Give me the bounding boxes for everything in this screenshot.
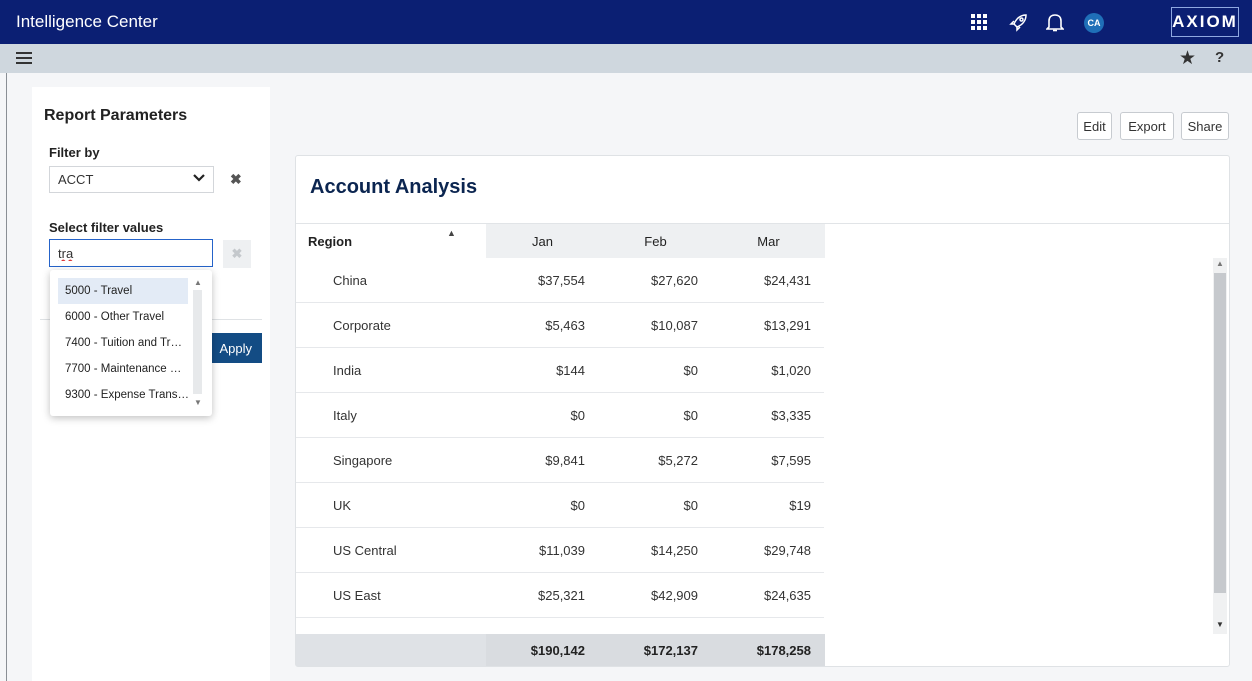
scroll-down-icon[interactable]: ▼ <box>194 398 202 407</box>
chevron-down-icon <box>193 172 205 186</box>
table-row[interactable]: Singapore $9,841 $5,272 $7,595 <box>296 438 824 483</box>
export-button[interactable]: Export <box>1120 112 1174 140</box>
feb-cell: $0 <box>683 363 698 378</box>
option-6000-other-travel[interactable]: 6000 - Other Travel <box>58 304 188 330</box>
option-7700[interactable]: 7700 - Maintenance … <box>58 356 188 382</box>
table-row[interactable]: Corporate $5,463 $10,087 $13,291 <box>296 303 824 348</box>
filter-values-dropdown: 5000 - Travel 6000 - Other Travel 7400 -… <box>50 270 212 416</box>
select-values-label: Select filter values <box>49 220 164 235</box>
jan-cell: $9,841 <box>545 453 585 468</box>
table-row[interactable]: Italy $0 $0 $3,335 <box>296 393 824 438</box>
mar-total: $178,258 <box>712 634 825 666</box>
dropdown-scroll-thumb[interactable] <box>193 290 202 394</box>
mar-cell: $24,635 <box>764 588 811 603</box>
toolbar: ★ ? <box>0 44 1252 73</box>
scroll-down-icon[interactable]: ▼ <box>1216 620 1224 629</box>
scroll-up-icon[interactable]: ▲ <box>194 278 202 287</box>
jan-cell: $5,463 <box>545 318 585 333</box>
table-scrollbar[interactable]: ▲ ▼ <box>1213 258 1227 634</box>
mar-cell: $7,595 <box>771 453 811 468</box>
option-9300[interactable]: 9300 - Expense Trans… <box>58 382 188 408</box>
option-7400[interactable]: 7400 - Tuition and Tr… <box>58 330 188 356</box>
mar-cell: $1,020 <box>771 363 811 378</box>
jan-cell: $0 <box>570 498 585 513</box>
clear-search-button: ✖ <box>223 240 251 268</box>
apps-grid-icon[interactable] <box>967 10 991 34</box>
clear-filter-icon[interactable]: ✖ <box>230 171 242 188</box>
panel-title: Report Parameters <box>44 107 188 124</box>
menu-icon[interactable] <box>16 52 32 65</box>
mar-cell: $24,431 <box>764 273 811 288</box>
filter-by-label: Filter by <box>49 145 100 160</box>
star-icon[interactable]: ★ <box>1179 47 1196 70</box>
table-row[interactable]: US East $25,321 $42,909 $24,635 <box>296 573 824 618</box>
filter-values-input[interactable] <box>49 239 213 267</box>
dropdown-scrollbar[interactable]: ▲ ▼ <box>191 276 204 410</box>
axiom-logo: AXIOM <box>1171 7 1239 37</box>
bell-icon[interactable] <box>1043 10 1067 34</box>
help-icon[interactable]: ? <box>1215 49 1224 66</box>
top-bar: Intelligence Center CA AXIOM <box>0 0 1252 44</box>
region-cell: Corporate <box>333 318 391 333</box>
region-cell: US East <box>333 588 381 603</box>
column-header-region[interactable]: Region ▲ <box>296 224 486 258</box>
mar-cell: $13,291 <box>764 318 811 333</box>
column-header-feb[interactable]: Feb <box>599 224 712 258</box>
jan-cell: $0 <box>570 408 585 423</box>
edit-button[interactable]: Edit <box>1077 112 1112 140</box>
feb-total: $172,137 <box>599 634 712 666</box>
table-row[interactable]: India $144 $0 $1,020 <box>296 348 824 393</box>
feb-cell: $5,272 <box>658 453 698 468</box>
table-row[interactable]: China $37,554 $27,620 $24,431 <box>296 258 824 303</box>
totals-row: $190,142 $172,137 $178,258 <box>296 634 825 666</box>
feb-cell: $42,909 <box>651 588 698 603</box>
sort-ascending-icon[interactable]: ▲ <box>447 228 456 238</box>
filter-by-value: ACCT <box>58 172 94 187</box>
region-cell: Italy <box>333 408 357 423</box>
column-header-label: Region <box>308 233 353 249</box>
region-cell: US Central <box>333 543 397 558</box>
jan-cell: $144 <box>556 363 585 378</box>
jan-cell: $37,554 <box>538 273 585 288</box>
region-cell: India <box>333 363 362 378</box>
feb-cell: $0 <box>683 408 698 423</box>
feb-cell: $10,087 <box>651 318 698 333</box>
region-cell: UK <box>333 498 352 513</box>
scroll-up-icon[interactable]: ▲ <box>1216 259 1224 268</box>
jan-cell: $11,039 <box>538 543 585 558</box>
option-5000-travel[interactable]: 5000 - Travel <box>58 278 188 304</box>
feb-cell: $14,250 <box>651 543 698 558</box>
table-row[interactable]: UK $0 $0 $19 <box>296 483 824 528</box>
jan-total: $190,142 <box>486 634 599 666</box>
app-title: Intelligence Center <box>16 12 158 31</box>
window-edge <box>6 73 7 681</box>
report-card: Account Analysis Region ▲ Jan Feb Mar Ch… <box>295 155 1230 667</box>
share-button[interactable]: Share <box>1181 112 1229 140</box>
mar-cell: $3,335 <box>771 408 811 423</box>
mar-cell: $19 <box>789 498 811 513</box>
avatar[interactable]: CA <box>1084 13 1104 33</box>
report-title: Account Analysis <box>310 176 478 198</box>
column-header-mar[interactable]: Mar <box>712 224 825 258</box>
region-cell: Singapore <box>333 453 393 468</box>
column-header-jan[interactable]: Jan <box>486 224 599 258</box>
mar-cell: $29,748 <box>764 543 811 558</box>
table-scroll-thumb[interactable] <box>1214 273 1226 593</box>
feb-cell: $0 <box>683 498 698 513</box>
filter-by-select[interactable]: ACCT <box>49 166 214 193</box>
feb-cell: $27,620 <box>651 273 698 288</box>
region-cell: China <box>333 273 367 288</box>
rocket-icon[interactable] <box>1007 10 1031 34</box>
table-row[interactable]: US Central $11,039 $14,250 $29,748 <box>296 528 824 573</box>
jan-cell: $25,321 <box>538 588 585 603</box>
